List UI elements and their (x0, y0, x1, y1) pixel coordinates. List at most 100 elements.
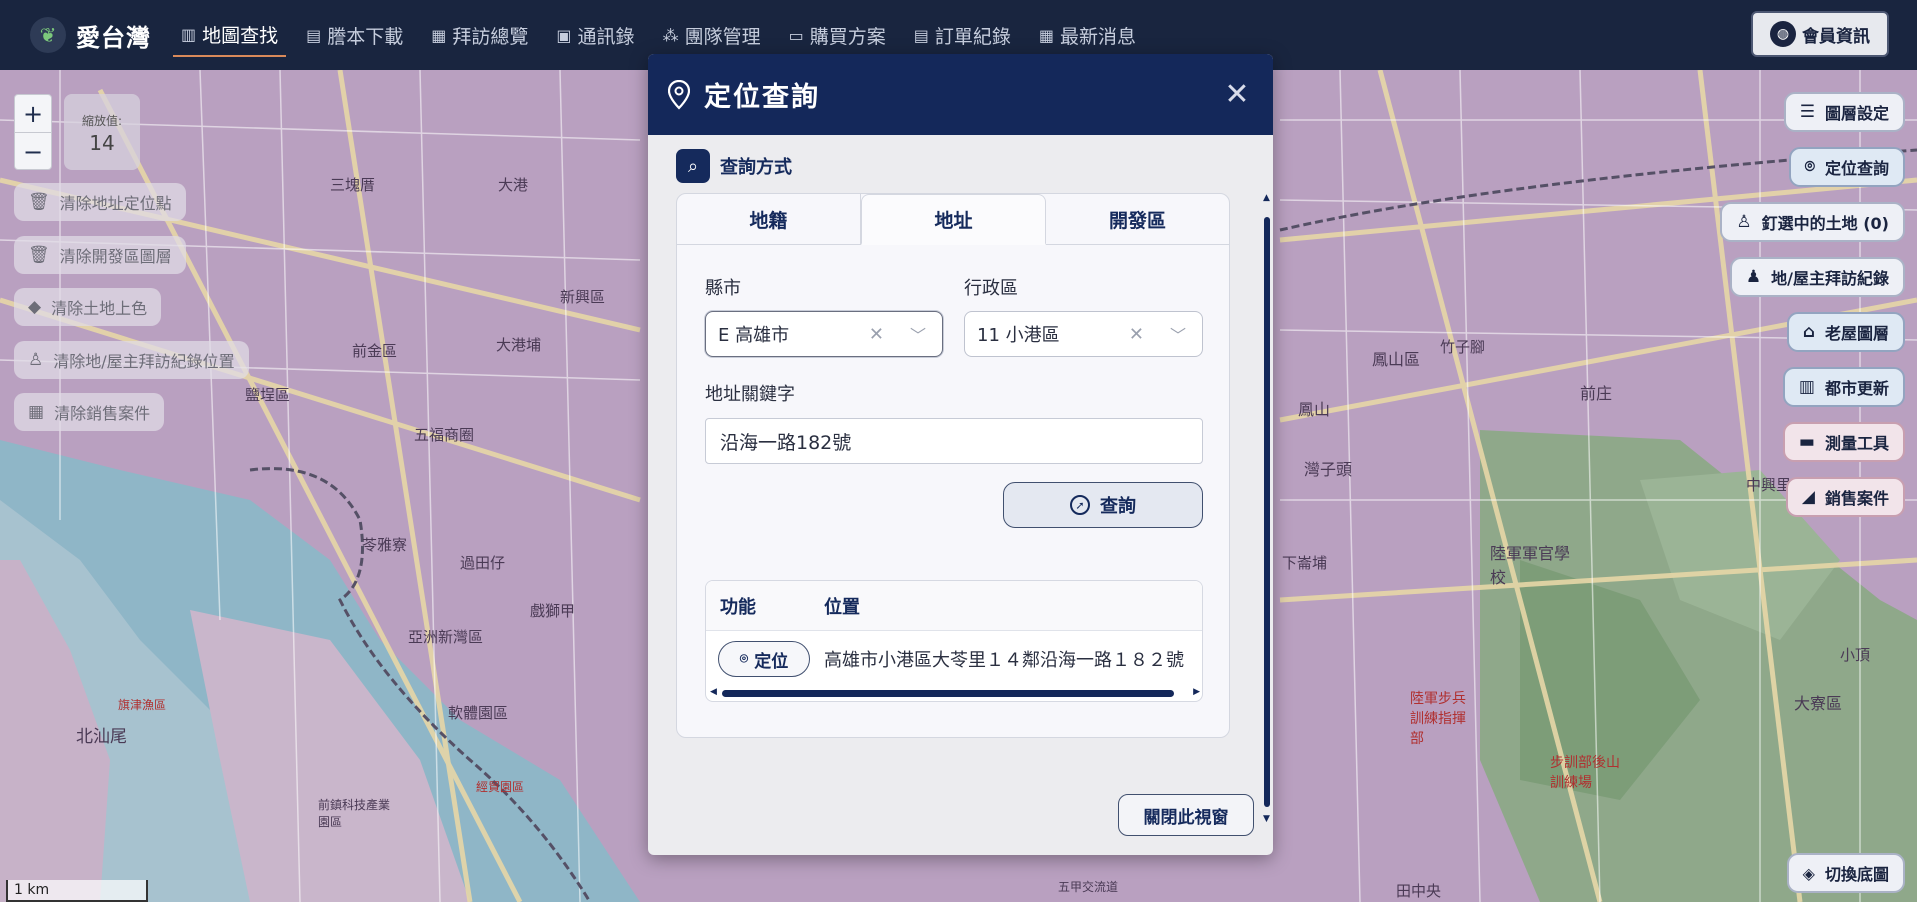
measure-tool-button[interactable]: ▬ 測量工具 (1782, 422, 1905, 462)
chevron-down-icon[interactable]: ﹀ (910, 322, 926, 346)
map-label: 旗津漁區 (118, 698, 167, 712)
scroll-left-arrow-icon[interactable]: ◀ (710, 687, 717, 697)
clear-dev-zone-layer-button[interactable]: 🗑 清除開發區圖層 (14, 236, 186, 274)
pinned-land-button[interactable]: ♙ 釘選中的土地 (0) (1720, 202, 1905, 242)
district-value: 11 小港區 (977, 325, 1060, 346)
button-label: 清除地址定位點 (59, 194, 172, 213)
query-button[interactable]: ➚ 查詢 (1003, 482, 1203, 528)
tab-address[interactable]: 地址 (861, 194, 1046, 245)
map-label: 北汕尾 (76, 727, 127, 746)
building-icon: ▥ (1798, 377, 1815, 397)
location-pin-icon (668, 79, 690, 110)
location-query-modal: 定位查詢 ✕ ⌕ 查詢方式 地籍 地址 開發區 縣市 E 高雄市 ✕ ﹀ 行政區… (648, 54, 1273, 855)
nav-purchase-plans[interactable]: ▭ 購買方案 (781, 13, 894, 57)
eraser-icon: ◆ (28, 297, 42, 317)
close-window-button[interactable]: 關閉此視窗 (1118, 794, 1254, 836)
nav-visit-overview[interactable]: ▦ 拜訪總覽 (423, 13, 536, 57)
sales-cases-button[interactable]: ◢ 銷售案件 (1785, 477, 1905, 517)
nav-map-search[interactable]: ▥ 地圖查找 (173, 13, 287, 57)
district-select[interactable]: 11 小港區 ✕ ﹀ (964, 311, 1203, 357)
district-label: 行政區 (964, 278, 1018, 299)
map-label: 陸軍步兵訓練指揮部 (1410, 690, 1466, 746)
city-select[interactable]: E 高雄市 ✕ ﹀ (705, 311, 943, 357)
modal-body: ⌕ 查詢方式 地籍 地址 開發區 縣市 E 高雄市 ✕ ﹀ 行政區 11 小港區… (648, 135, 1273, 855)
clear-icon[interactable]: ✕ (1129, 324, 1144, 345)
button-label: 定位查詢 (1824, 159, 1889, 178)
locate-button[interactable]: ⌾ 定位 (718, 641, 810, 677)
tab-dev-zone[interactable]: 開發區 (1046, 194, 1229, 244)
nav-transcript-download[interactable]: ▤ 謄本下載 (298, 13, 411, 57)
switch-basemap-button[interactable]: ◈ 切換底圖 (1786, 853, 1905, 893)
clear-address-pin-button[interactable]: 🗑 清除地址定位點 (14, 183, 186, 221)
map-label: 新興區 (560, 289, 606, 306)
map-label: 三塊厝 (330, 177, 376, 194)
chevron-down-icon[interactable]: ﹀ (1170, 322, 1186, 346)
nav-label: 團隊管理 (684, 25, 761, 48)
table-header: 功能 位置 (706, 581, 1202, 631)
vertical-scrollbar[interactable]: ▲ ▼ (1263, 191, 1271, 826)
nav-latest-news[interactable]: ▦ 最新消息 (1031, 13, 1144, 57)
button-label: 測量工具 (1824, 434, 1889, 453)
map-label: 大港 (498, 177, 529, 194)
nav-team-management[interactable]: ⁂ 團隊管理 (655, 13, 769, 57)
table-cell-location: 高雄市小港區大苓里１４鄰沿海一路１８２號 (824, 650, 1184, 671)
app-logo[interactable]: ❦ 愛台灣 (30, 17, 151, 53)
map-label: 灣子頭 (1304, 462, 1353, 479)
query-method-section: ⌕ 查詢方式 (676, 149, 1273, 183)
zoom-out-button[interactable]: − (15, 133, 51, 171)
scroll-right-arrow-icon[interactable]: ▶ (1193, 687, 1200, 697)
column-header-location: 位置 (824, 596, 860, 618)
query-card: 地籍 地址 開發區 縣市 E 高雄市 ✕ ﹀ 行政區 11 小港區 ✕ ﹀ 地址… (676, 193, 1230, 738)
scrollbar-thumb[interactable] (722, 690, 1174, 697)
user-list-icon: ♟ (1745, 267, 1762, 287)
tab-cadastral[interactable]: 地籍 (677, 194, 861, 244)
nav-label: 拜訪總覽 (452, 25, 529, 48)
megaphone-icon: ◢ (1801, 487, 1815, 507)
query-tabs: 地籍 地址 開發區 (677, 194, 1229, 245)
map-label: 竹子腳 (1440, 339, 1486, 356)
zoom-in-button[interactable]: + (15, 95, 51, 133)
map-label: 亞洲新灣區 (408, 629, 484, 646)
layer-settings-button[interactable]: ☰ 圖層設定 (1783, 92, 1905, 132)
scroll-down-arrow-icon[interactable]: ▼ (1263, 814, 1270, 824)
scrollbar-thumb[interactable] (1264, 217, 1270, 807)
trash-icon: 🗑 (28, 192, 50, 212)
map-label: 陸軍軍官學校 (1490, 546, 1571, 587)
newspaper-icon: ▦ (1038, 25, 1054, 45)
logo-icon: ❦ (30, 17, 66, 53)
nav-order-records[interactable]: ▤ 訂單紀錄 (906, 13, 1019, 57)
modal-header: 定位查詢 ✕ (648, 54, 1273, 135)
map-label: 大港埔 (496, 337, 542, 354)
button-label: 地/屋主拜訪紀錄 (1771, 269, 1889, 288)
nav-contacts[interactable]: ▣ 通訊錄 (548, 13, 642, 57)
map-label: 鳳山 (1298, 402, 1331, 419)
owner-visit-record-button[interactable]: ♟ 地/屋主拜訪紀錄 (1729, 257, 1905, 297)
clear-visit-record-location-button[interactable]: ♙ 清除地/屋主拜訪紀錄位置 (14, 341, 249, 379)
clear-land-color-button[interactable]: ◆ 清除土地上色 (14, 288, 162, 326)
map-label: 小頂 (1840, 647, 1871, 664)
map-label: 鹽埕區 (245, 387, 291, 404)
button-label: 老屋圖層 (1824, 324, 1889, 343)
urban-renewal-button[interactable]: ▥ 都市更新 (1782, 367, 1905, 407)
zoom-level-display: 縮放值: 14 (64, 94, 140, 170)
button-label: 清除土地上色 (51, 299, 148, 318)
map-label: 大寮區 (1794, 696, 1843, 713)
member-info-button[interactable]: ◍ 會員資訊 (1751, 11, 1889, 57)
map-label: 五福商圈 (414, 427, 475, 444)
address-keyword-label: 地址關鍵字 (705, 384, 795, 405)
scroll-up-arrow-icon[interactable]: ▲ (1263, 193, 1270, 203)
map-label: 軟體園區 (448, 705, 509, 722)
ruler-icon: ▬ (1798, 432, 1815, 452)
close-icon[interactable]: ✕ (1217, 74, 1257, 114)
pin-icon: ⌾ (1804, 157, 1815, 177)
folder-icon: ▭ (788, 25, 804, 45)
map-label: 前金區 (352, 343, 398, 360)
location-query-button[interactable]: ⌾ 定位查詢 (1788, 147, 1905, 187)
clear-sales-cases-button[interactable]: ▦ 清除銷售案件 (14, 393, 165, 431)
horizontal-scrollbar[interactable]: ◀ ▶ (708, 687, 1202, 699)
old-house-layer-button[interactable]: ⌂ 老屋圖層 (1786, 312, 1905, 352)
clear-icon[interactable]: ✕ (869, 324, 884, 345)
address-keyword-input[interactable]: 沿海一路182號 (705, 418, 1203, 464)
receipt-icon: ▤ (913, 25, 929, 45)
chart-icon: ▦ (431, 25, 447, 45)
